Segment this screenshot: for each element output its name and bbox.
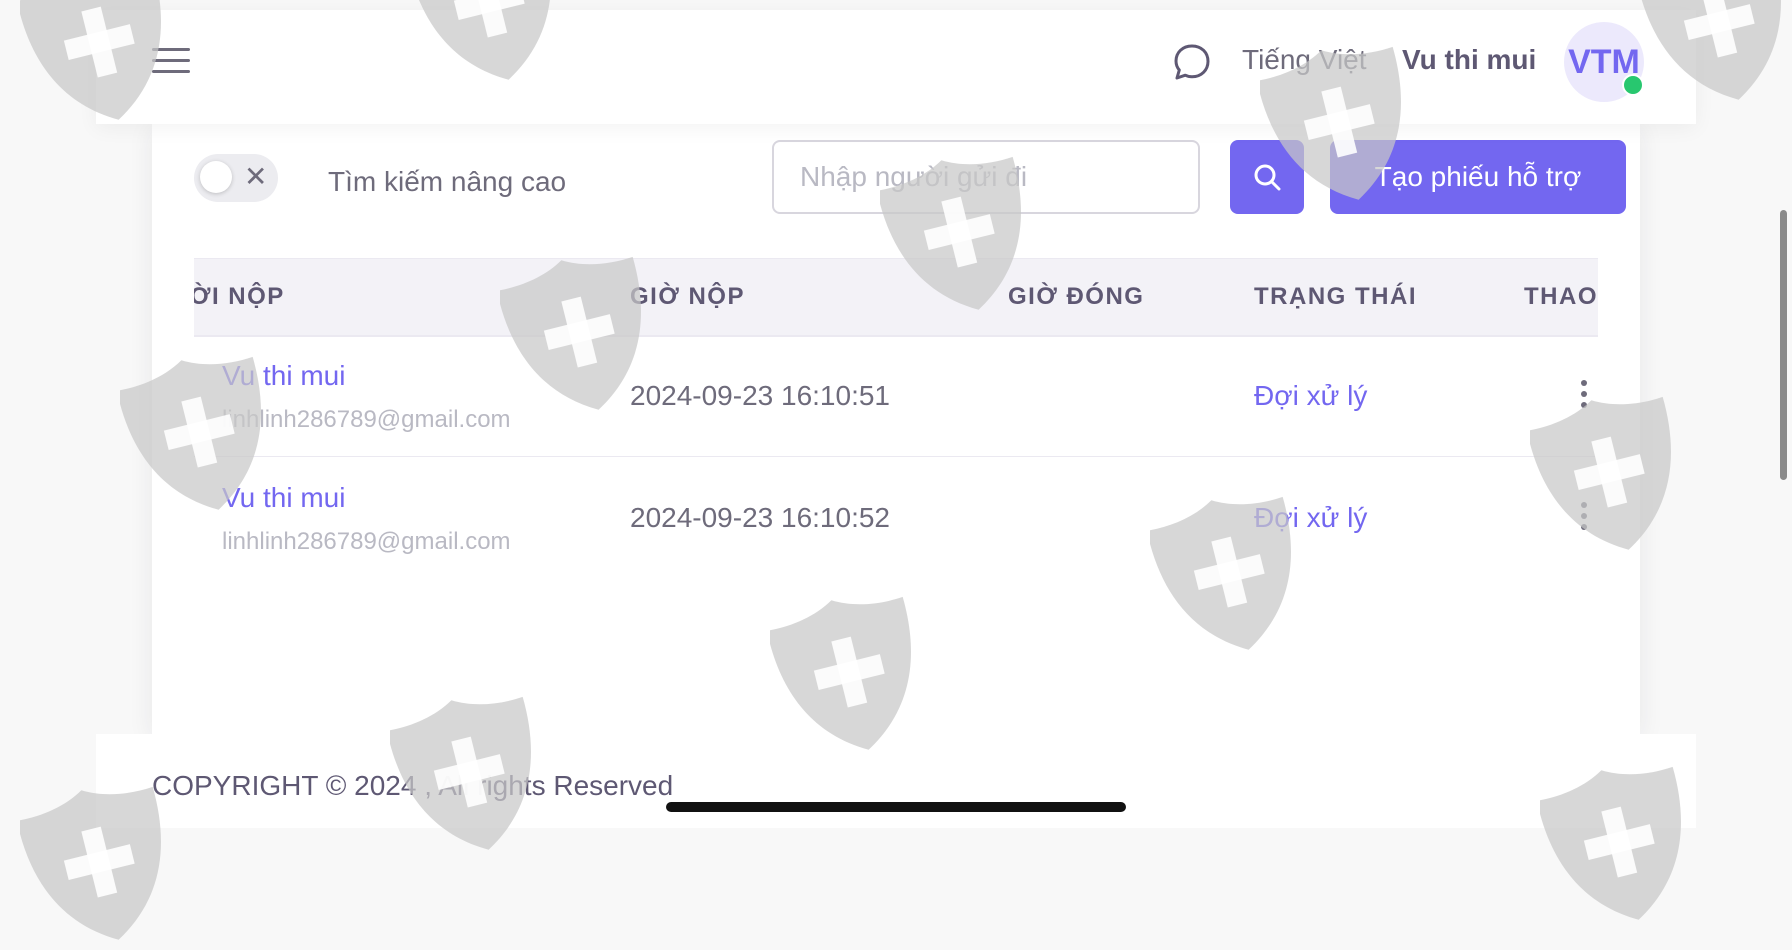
toggle-knob [200, 161, 232, 193]
table-row[interactable]: Vu thi mui linhlinh286789@gmail.com 2024… [194, 334, 1598, 457]
home-indicator[interactable] [666, 802, 1126, 812]
more-vertical-icon[interactable] [1572, 502, 1596, 536]
submit-time: 2024-09-23 16:10:51 [630, 380, 890, 411]
sender-name-link[interactable]: Vu thi mui [222, 360, 345, 392]
search-icon [1254, 164, 1281, 191]
column-header-sender[interactable]: ỜI NỘP [194, 283, 285, 311]
table-row[interactable]: Vu thi mui linhlinh286789@gmail.com 2024… [194, 456, 1598, 578]
footer: COPYRIGHT © 2024 , All rights Reserved [96, 734, 1696, 828]
advanced-search-label: Tìm kiếm nâng cao [328, 166, 567, 197]
advanced-search-toggle[interactable]: ✕ [194, 154, 278, 202]
column-header-submit-time[interactable]: GIỜ NỘP [630, 283, 745, 311]
sender-search-input[interactable] [772, 140, 1200, 214]
language-selector[interactable]: Tiếng Việt [1242, 44, 1367, 76]
column-header-status[interactable]: TRẠNG THÁI [1254, 283, 1417, 311]
sender-name-link[interactable]: Vu thi mui [222, 482, 345, 514]
user-name[interactable]: Vu thi mui [1402, 44, 1536, 76]
search-button[interactable] [1230, 140, 1304, 214]
sender-email: linhlinh286789@gmail.com [222, 528, 511, 555]
hamburger-menu-icon[interactable] [152, 48, 190, 78]
create-ticket-button[interactable]: Tạo phiếu hỗ trợ [1330, 140, 1626, 214]
online-status-badge [1622, 74, 1644, 96]
sender-email: linhlinh286789@gmail.com [222, 406, 511, 433]
copyright-text: COPYRIGHT © 2024 , All rights Reserved [152, 770, 674, 801]
ticket-list-card: ✕ Tìm kiếm nâng cao Tạo phiếu hỗ trợ ỜI … [152, 124, 1640, 734]
top-navbar: Tiếng Việt Vu thi mui VTM [96, 10, 1696, 124]
vertical-scrollbar[interactable] [1780, 210, 1787, 480]
status-badge: Đợi xử lý [1254, 502, 1368, 533]
more-vertical-icon[interactable] [1572, 380, 1596, 414]
status-badge: Đợi xử lý [1254, 380, 1368, 411]
submit-time: 2024-09-23 16:10:52 [630, 502, 890, 533]
tickets-table: ỜI NỘP GIỜ NỘP GIỜ ĐÓNG TRẠNG THÁI THAO … [194, 258, 1598, 678]
column-header-close-time[interactable]: GIỜ ĐÓNG [1008, 283, 1144, 311]
avatar[interactable]: VTM [1564, 22, 1644, 102]
close-x-icon: ✕ [244, 161, 268, 192]
column-header-actions[interactable]: THAO [1524, 283, 1598, 311]
table-header: ỜI NỘP GIỜ NỘP GIỜ ĐÓNG TRẠNG THÁI THAO [194, 258, 1598, 337]
chat-bubble-icon[interactable] [1172, 42, 1212, 82]
